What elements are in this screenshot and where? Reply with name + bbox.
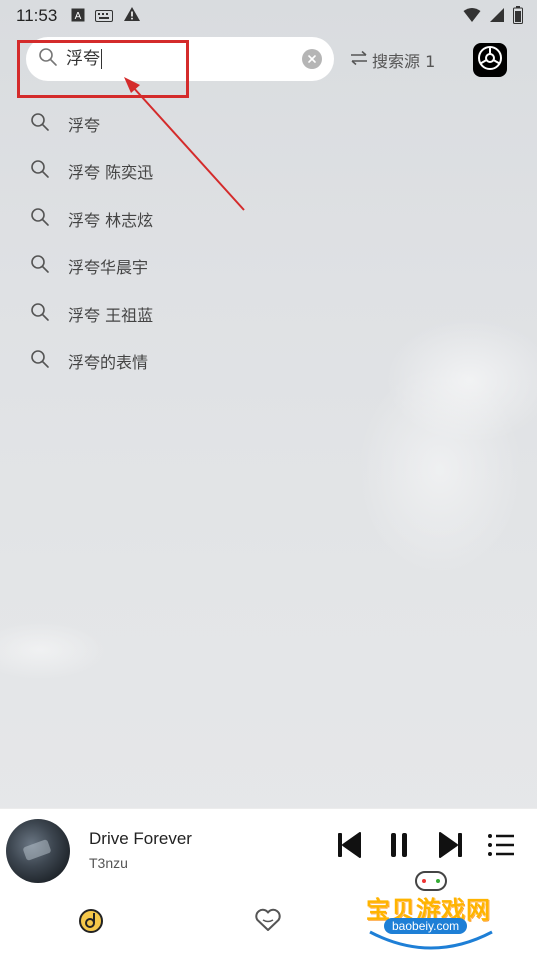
keyboard-icon <box>95 7 114 26</box>
search-source-switch[interactable]: 搜索源 1 <box>350 48 435 72</box>
signal-icon <box>489 7 505 27</box>
suggestion-text: 浮夸的表情 <box>68 353 149 373</box>
status-bar: 11:53 A <box>0 0 537 32</box>
battery-icon <box>513 6 523 28</box>
clear-icon[interactable] <box>302 49 322 69</box>
watermark: 宝贝游戏网 baobeiy.com <box>356 862 506 954</box>
next-icon[interactable] <box>438 831 464 863</box>
suggestion-item[interactable]: 浮夸 王祖蓝 <box>30 290 330 338</box>
suggestion-text: 浮夸 王祖蓝 <box>68 305 154 325</box>
track-title: Drive Forever <box>89 829 192 848</box>
watermark-url: baobeiy.com <box>384 918 468 934</box>
suggestion-list: 浮夸 浮夸 陈奕迅 浮夸 林志炫 浮夸华晨宇 浮夸 王祖蓝 浮夸的表情 <box>30 100 330 385</box>
heart-icon[interactable] <box>254 908 282 936</box>
suggestion-item[interactable]: 浮夸 <box>30 100 330 148</box>
status-time: 11:53 <box>16 6 58 25</box>
suggestion-item[interactable]: 浮夸华晨宇 <box>30 243 330 291</box>
previous-icon[interactable] <box>336 831 362 863</box>
music-disc-icon[interactable] <box>78 908 104 938</box>
warning-icon <box>123 6 141 26</box>
playlist-icon[interactable] <box>487 833 515 861</box>
album-cover[interactable] <box>6 819 70 883</box>
suggestion-item[interactable]: 浮夸 陈奕迅 <box>30 148 330 196</box>
search-source-label: 搜索源 1 <box>372 52 436 71</box>
suggestion-item[interactable]: 浮夸 林志炫 <box>30 195 330 243</box>
search-icon <box>30 159 50 183</box>
annotation-highlight-box <box>17 40 189 98</box>
pause-icon[interactable] <box>388 831 410 863</box>
wifi-icon <box>463 7 481 27</box>
a-box-icon: A <box>71 7 85 26</box>
search-icon <box>30 302 50 326</box>
suggestion-text: 浮夸华晨宇 <box>68 258 149 278</box>
suggestion-item[interactable]: 浮夸的表情 <box>30 338 330 386</box>
suggestion-text: 浮夸 林志炫 <box>68 210 154 230</box>
settings-icon <box>477 45 503 75</box>
suggestion-text: 浮夸 <box>68 115 101 135</box>
search-icon <box>30 112 50 136</box>
svg-text:A: A <box>75 11 82 22</box>
suggestion-text: 浮夸 陈奕迅 <box>68 163 154 183</box>
swap-icon <box>350 50 368 70</box>
settings-button[interactable] <box>473 43 507 77</box>
search-icon <box>30 207 50 231</box>
track-artist: T3nzu <box>89 855 128 871</box>
search-icon <box>30 349 50 373</box>
search-icon <box>30 254 50 278</box>
